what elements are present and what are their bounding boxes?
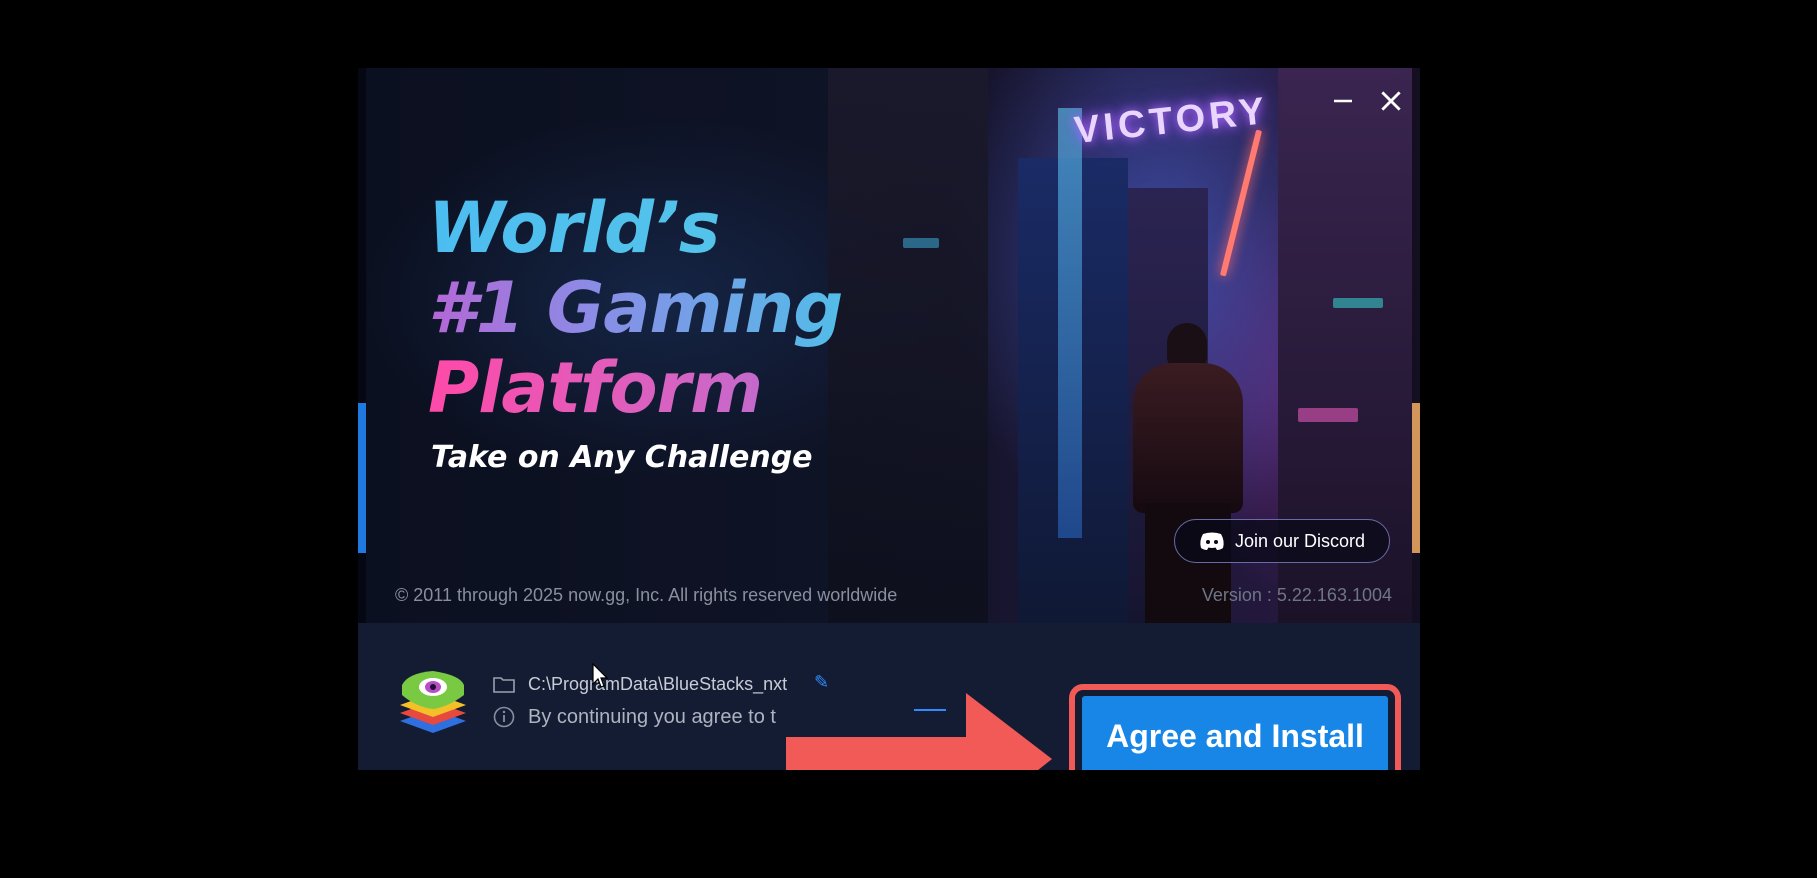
armored-character [1113,323,1263,623]
minimize-button[interactable] [1328,86,1358,116]
close-button[interactable] [1376,86,1406,116]
background-building [828,68,988,623]
folder-icon [492,672,516,696]
hero-banner: VICTORY World’s #1 Gaming Platform Take … [358,68,1420,623]
headline-line-3: Platform [428,348,842,428]
window-controls [1328,86,1406,116]
agreement-text: By continuing you agree to t [528,705,776,728]
headline-line-1: World’s [428,188,842,268]
discord-label: Join our Discord [1234,530,1366,551]
copyright-text: © 2011 through 2025 now.gg, Inc. All rig… [395,585,898,605]
bluestacks-logo [400,671,466,733]
victory-neon-sign: VICTORY [1072,89,1271,153]
right-edge [1412,68,1420,623]
installer-window: VICTORY World’s #1 Gaming Platform Take … [358,68,1420,770]
background-light-beam [1058,108,1082,538]
close-icon [1381,91,1401,111]
terms-link[interactable] [914,709,946,711]
headline: World’s #1 Gaming Platform [428,188,843,428]
mouse-cursor [592,663,608,688]
edit-icon[interactable]: ✎ [814,672,829,693]
discord-icon [1200,532,1224,550]
install-path[interactable]: C:\ProgramData\BlueStacks_nxt [528,674,787,695]
neon-light [1298,408,1358,422]
install-footer: C:\ProgramData\BlueStacks_nxt ✎ By conti… [358,623,1420,770]
join-discord-button[interactable]: Join our Discord [1174,519,1390,563]
agree-and-install-button[interactable]: Agree and Install [1082,696,1388,770]
install-path-row: C:\ProgramData\BlueStacks_nxt [492,672,787,696]
version-text: Version : 5.22.163.1004 [1201,585,1392,605]
agreement-row: By continuing you agree to t [492,705,776,729]
headline-line-2: #1 Gaming [428,267,843,349]
info-icon [492,705,516,729]
neon-light [1333,298,1383,308]
minimize-icon [1334,99,1352,103]
tagline: Take on Any Challenge [431,440,813,475]
neon-light [903,238,939,248]
red-arrow-annotation [786,693,1052,770]
neon-light [1219,129,1263,277]
